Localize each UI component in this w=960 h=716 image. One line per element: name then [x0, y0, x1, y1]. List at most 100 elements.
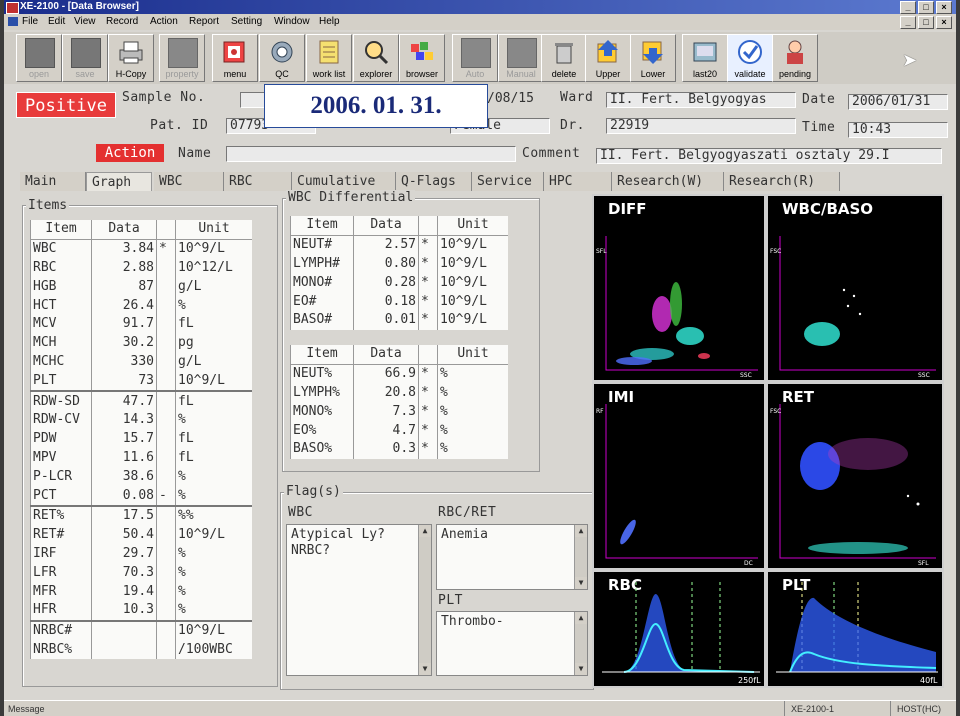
imi-scatter-graphic [605, 404, 758, 559]
tab-q-flags[interactable]: Q-Flags [396, 172, 472, 191]
cell-unit: 10^9/L [437, 273, 508, 293]
col-item: Item [30, 220, 92, 240]
cell-item: BASO# [290, 310, 354, 330]
auto-button[interactable]: Auto [452, 34, 498, 82]
ward-field[interactable]: II. Fert. Belgyogyas [606, 92, 796, 108]
tab-research-r[interactable]: Research(R) [724, 172, 840, 191]
child-minimize-button[interactable]: _ [900, 16, 916, 29]
menu-file[interactable]: File [22, 14, 38, 30]
comment-field[interactable]: II. Fert. Belgyogyaszati osztaly 29.I [596, 148, 942, 164]
menu-report[interactable]: Report [189, 14, 219, 30]
birth-date-field[interactable]: /08/15 [484, 92, 554, 108]
cell-data [91, 619, 157, 641]
diff-scatter-graphic [605, 236, 758, 371]
delete-button[interactable]: delete [541, 34, 587, 82]
wbc-baso-scattergram: WBC/BASO FSC SSC [766, 194, 944, 382]
doc-icon [8, 17, 18, 26]
menu-button[interactable]: menu [212, 34, 258, 82]
minimize-button[interactable]: _ [900, 1, 916, 14]
scroll-up-icon[interactable]: ▲ [575, 612, 587, 624]
lower-button[interactable]: Lower [630, 34, 676, 82]
pending-button[interactable]: pending [772, 34, 818, 82]
scroll-down-icon[interactable]: ▼ [575, 577, 587, 589]
date-field[interactable]: 2006/01/31 [848, 94, 948, 110]
cell-item: HGB [30, 277, 92, 297]
cell-flag: * [418, 235, 438, 255]
cell-unit: 10^12/L [175, 258, 252, 278]
close-button[interactable]: × [936, 1, 952, 14]
cell-item: LFR [30, 563, 92, 583]
cell-item: MPV [30, 448, 92, 468]
wbc-flags-scrollbar[interactable]: ▲ ▼ [418, 525, 431, 675]
browser-button[interactable]: browser [399, 34, 445, 82]
menu-view[interactable]: View [74, 14, 96, 30]
qc-button[interactable]: QC [259, 34, 305, 82]
cell-data: 87 [91, 277, 157, 297]
menu-edit[interactable]: Edit [48, 14, 65, 30]
wbcbaso-y-axis-label: FSC [770, 248, 782, 255]
wbc-flags-list[interactable]: Atypical Ly? NRBC? ▲ ▼ [286, 524, 432, 676]
last20-button[interactable]: last20 [682, 34, 728, 82]
wbc-percent-table: Item Data Unit NEUT% 66.9 *% LYMPH% 20.8 *% MO… [290, 345, 508, 459]
cell-unit: % [175, 467, 252, 487]
table-row: EO% 4.7 *% [290, 421, 508, 440]
scroll-down-icon[interactable]: ▼ [419, 663, 431, 675]
tab-wbc[interactable]: WBC [154, 172, 224, 191]
items-group-title: Items [26, 198, 70, 213]
scroll-down-icon[interactable]: ▼ [575, 663, 587, 675]
upper-button[interactable]: Upper [585, 34, 631, 82]
cell-flag [156, 640, 176, 660]
name-field[interactable] [226, 146, 516, 162]
tab-service[interactable]: Service [472, 172, 544, 191]
menu-action[interactable]: Action [150, 14, 178, 30]
cell-data: 47.7 [91, 390, 157, 411]
restore-button[interactable]: □ [918, 1, 934, 14]
plt-flags-scrollbar[interactable]: ▲ ▼ [574, 612, 587, 675]
h-copy-button[interactable]: H-Copy [108, 34, 154, 82]
tab-cumulative[interactable]: Cumulative [292, 172, 396, 191]
open-button[interactable]: open [16, 34, 62, 82]
cell-data: 29.7 [91, 544, 157, 564]
plt-flags-list[interactable]: Thrombo- ▲ ▼ [436, 611, 588, 676]
cell-item: EO% [290, 421, 354, 440]
tab-main[interactable]: Main [20, 172, 86, 191]
cell-item: NRBC% [30, 640, 92, 660]
app-window: XE-2100 - [Data Browser] _ □ × File Edit… [4, 0, 956, 716]
last20-icon [691, 38, 719, 66]
explorer-button[interactable]: explorer [353, 34, 399, 82]
menu-setting[interactable]: Setting [231, 14, 262, 30]
table-row: RET# 50.4 10^9/L [30, 525, 252, 545]
tab-rbc[interactable]: RBC [224, 172, 292, 191]
menu-window[interactable]: Window [274, 14, 310, 30]
col-flag [418, 216, 438, 236]
cell-flag: * [418, 439, 438, 459]
diff-scattergram: DIFF SFL SSC [592, 194, 766, 382]
scroll-up-icon[interactable]: ▲ [575, 525, 587, 537]
cell-flag: * [418, 273, 438, 293]
table-row: IRF 29.7% [30, 544, 252, 564]
child-restore-button[interactable]: □ [918, 16, 934, 29]
plt-flag-item: Thrombo- [441, 614, 504, 629]
property-button[interactable]: property [159, 34, 205, 82]
dr-field[interactable]: 22919 [606, 118, 796, 134]
rbc-flags-scrollbar[interactable]: ▲ ▼ [574, 525, 587, 589]
tab-graph[interactable]: Graph [86, 172, 152, 191]
menu-help[interactable]: Help [319, 14, 340, 30]
scroll-up-icon[interactable]: ▲ [419, 525, 431, 537]
worklist-button[interactable]: work list [306, 34, 352, 82]
tab-research-w[interactable]: Research(W) [612, 172, 724, 191]
time-field[interactable]: 10:43 [848, 122, 948, 138]
rbc-flags-list[interactable]: Anemia ▲ ▼ [436, 524, 588, 590]
table-row: HCT 26.4% [30, 296, 252, 315]
table-row: BASO% 0.3 *% [290, 439, 508, 459]
validate-button[interactable]: validate [727, 34, 773, 82]
cell-data: 4.7 [353, 421, 419, 440]
plt-histogram-graphic [776, 582, 938, 673]
child-close-button[interactable]: × [936, 16, 952, 29]
cell-item: RBC [30, 258, 92, 278]
tab-hpc[interactable]: HPC [544, 172, 612, 191]
manual-button[interactable]: Manual [498, 34, 544, 82]
dr-label: Dr. [560, 118, 585, 133]
menu-record[interactable]: Record [106, 14, 138, 30]
save-button[interactable]: save [62, 34, 108, 82]
